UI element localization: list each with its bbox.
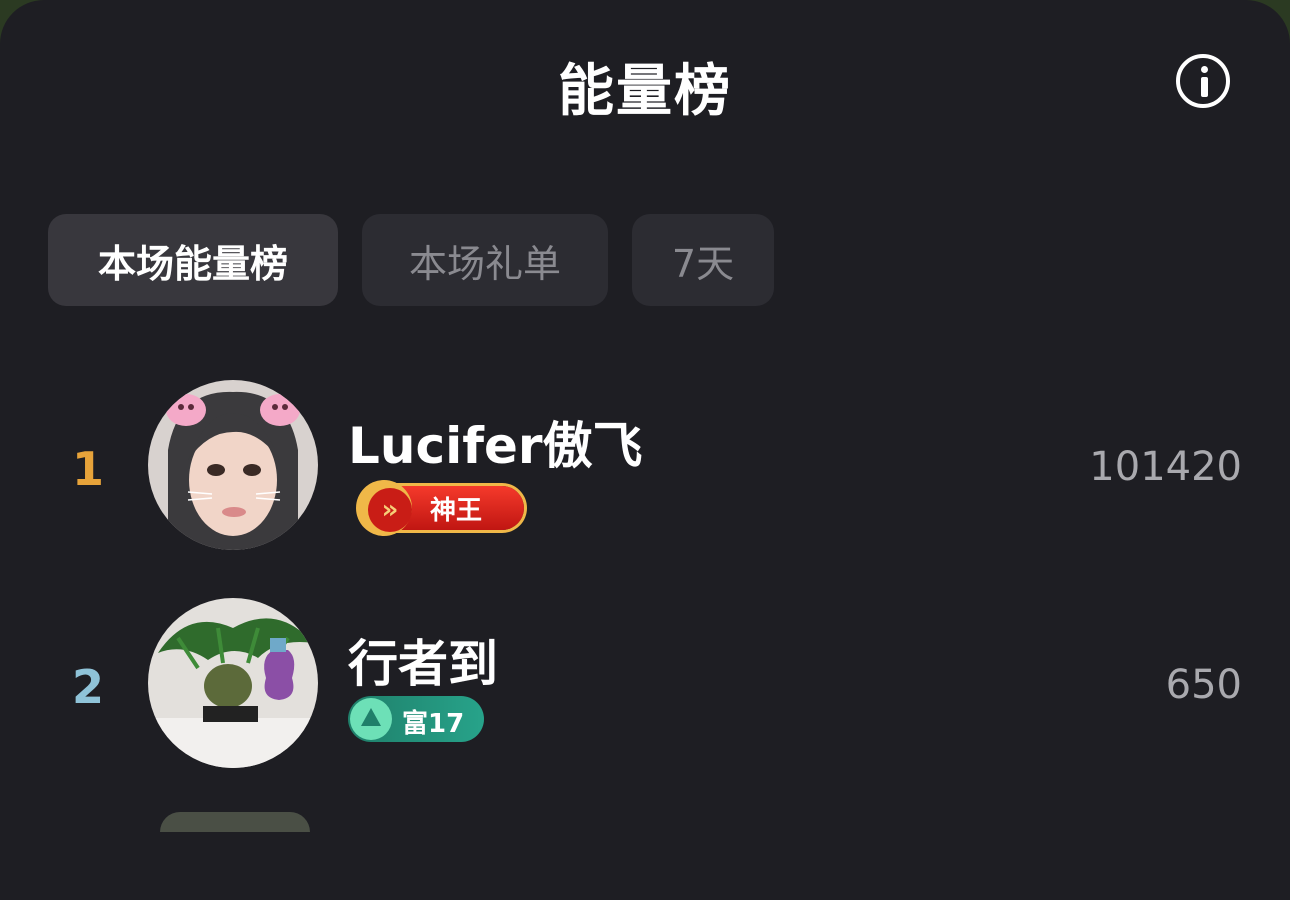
level-badge: 富17 (348, 696, 484, 742)
level-badge: » 神王 (350, 478, 532, 538)
user-name: 行者到 (348, 635, 498, 693)
list-item[interactable]: 2 行者到 富17 650 (0, 598, 1290, 778)
shield-chevron-icon: » (356, 480, 412, 536)
info-icon[interactable] (1176, 54, 1230, 108)
rank-number: 1 (71, 442, 104, 496)
badge-label: 神王 (430, 496, 483, 526)
badge-label: 富17 (402, 709, 465, 739)
triangle-glyph (361, 708, 381, 726)
tab-session-gifts[interactable]: 本场礼单 (362, 214, 608, 306)
energy-score: 101420 (1089, 444, 1242, 490)
leaderboard-sheet: 能量榜 本场能量榜 本场礼单 7天 1 Lucifer傲飞 » 神王 10142… (0, 0, 1290, 900)
page-title: 能量榜 (558, 59, 732, 124)
tab-session-energy[interactable]: 本场能量榜 (48, 214, 338, 306)
shield-chevron-glyph: » (368, 488, 412, 532)
list-item[interactable]: 1 Lucifer傲飞 » 神王 101420 (0, 380, 1290, 560)
avatar[interactable] (148, 380, 318, 550)
avatar[interactable] (160, 812, 310, 832)
info-dot (1201, 66, 1208, 73)
info-bar (1201, 77, 1208, 97)
user-name: Lucifer傲飞 (348, 417, 643, 475)
tab-7-days[interactable]: 7天 (632, 214, 774, 306)
rank-number: 2 (71, 660, 104, 714)
energy-score: 650 (1165, 662, 1242, 708)
triangle-icon (350, 698, 392, 740)
avatar[interactable] (148, 598, 318, 768)
